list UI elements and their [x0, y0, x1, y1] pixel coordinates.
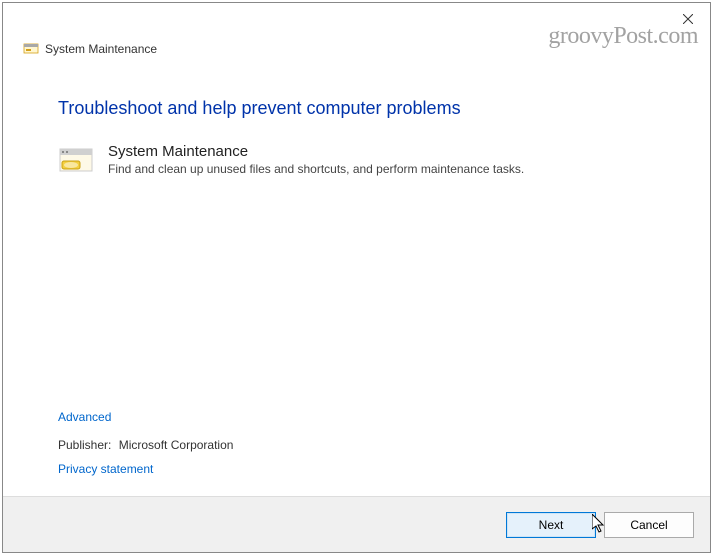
publisher-value: Microsoft Corporation: [119, 438, 234, 452]
bottom-links-block: Advanced Publisher: Microsoft Corporatio…: [58, 410, 233, 476]
cancel-button[interactable]: Cancel: [604, 512, 694, 538]
item-description: Find and clean up unused files and short…: [108, 162, 524, 176]
troubleshooter-window: groovyPost.com System Maintenance Troubl…: [2, 2, 711, 553]
publisher-row: Publisher: Microsoft Corporation: [58, 438, 233, 452]
troubleshooter-item: System Maintenance Find and clean up unu…: [58, 143, 655, 179]
publisher-label: Publisher:: [58, 438, 111, 452]
next-button[interactable]: Next: [506, 512, 596, 538]
item-title: System Maintenance: [108, 143, 524, 160]
advanced-link[interactable]: Advanced: [58, 410, 111, 424]
footer-bar: Next Cancel: [3, 496, 710, 552]
item-text-block: System Maintenance Find and clean up unu…: [108, 143, 524, 176]
page-heading: Troubleshoot and help prevent computer p…: [58, 98, 655, 119]
privacy-link[interactable]: Privacy statement: [58, 462, 153, 476]
content-area: Troubleshoot and help prevent computer p…: [3, 3, 710, 496]
maintenance-icon: [58, 143, 94, 179]
